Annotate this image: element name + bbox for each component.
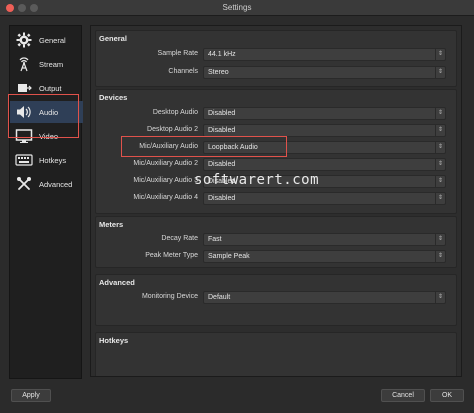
sidebar-item-label: Output xyxy=(39,83,62,93)
device-row: Mic/Auxiliary Audio 2 Disabled ⇕ xyxy=(96,158,458,171)
general-group: General Sample Rate 44.1 kHz ⇕ Channels … xyxy=(95,30,457,87)
dropdown-value: Fast xyxy=(208,236,222,243)
dropdown-value: Disabled xyxy=(208,195,236,202)
settings-content-panel: General Sample Rate 44.1 kHz ⇕ Channels … xyxy=(90,25,462,377)
group-title: General xyxy=(99,34,127,43)
ok-button[interactable]: OK xyxy=(430,389,464,402)
gear-icon xyxy=(14,30,34,50)
sample-rate-dropdown[interactable]: 44.1 kHz ⇕ xyxy=(203,48,446,61)
chevron-updown-icon: ⇕ xyxy=(435,292,445,303)
mic-aux-audio-2-dropdown[interactable]: Disabled ⇕ xyxy=(203,158,446,171)
device-row: Mic/Auxiliary Audio 4 Disabled ⇕ xyxy=(96,192,458,205)
cancel-button[interactable]: Cancel xyxy=(381,389,425,402)
channels-label: Channels xyxy=(168,68,198,75)
group-title: Devices xyxy=(99,93,128,102)
advanced-group: Advanced Monitoring Device Default ⇕ xyxy=(95,274,457,326)
device-label: Desktop Audio 2 xyxy=(147,126,198,133)
chevron-updown-icon: ⇕ xyxy=(435,176,445,187)
device-label: Desktop Audio xyxy=(152,109,198,116)
chevron-updown-icon: ⇕ xyxy=(435,193,445,204)
tools-icon xyxy=(14,174,34,194)
watermark-text: softwarert.com xyxy=(194,172,320,188)
sidebar-item-stream[interactable]: Stream xyxy=(10,53,83,75)
title-bar: Settings xyxy=(0,0,474,16)
sidebar-item-label: General xyxy=(39,35,66,45)
chevron-updown-icon: ⇕ xyxy=(435,67,445,78)
dropdown-value: Disabled xyxy=(208,110,236,117)
dropdown-value: Sample Peak xyxy=(208,253,250,260)
chevron-updown-icon: ⇕ xyxy=(435,142,445,153)
peak-meter-dropdown[interactable]: Sample Peak ⇕ xyxy=(203,250,446,263)
sidebar-item-general[interactable]: General xyxy=(10,29,83,51)
mic-aux-highlight-box xyxy=(121,136,287,157)
sidebar-item-label: Advanced xyxy=(39,179,73,189)
dropdown-value: Default xyxy=(208,294,231,301)
settings-sidebar: General Stream Output Audio Video Hotkey… xyxy=(9,25,83,379)
chevron-updown-icon: ⇕ xyxy=(435,125,445,136)
audio-highlight-box xyxy=(8,94,79,138)
decay-rate-dropdown[interactable]: Fast ⇕ xyxy=(203,233,446,246)
group-title: Hotkeys xyxy=(99,336,129,345)
device-label: Mic/Auxiliary Audio 4 xyxy=(133,194,198,201)
dropdown-value: Disabled xyxy=(208,127,236,134)
peak-meter-label: Peak Meter Type xyxy=(145,252,198,259)
sidebar-item-advanced[interactable]: Advanced xyxy=(10,173,83,195)
desktop-audio-dropdown[interactable]: Disabled ⇕ xyxy=(203,107,446,120)
decay-rate-label: Decay Rate xyxy=(161,235,198,242)
decay-rate-row: Decay Rate Fast ⇕ xyxy=(96,233,458,246)
sidebar-item-hotkeys[interactable]: Hotkeys xyxy=(10,149,83,171)
chevron-updown-icon: ⇕ xyxy=(435,108,445,119)
window-title: Settings xyxy=(222,3,252,12)
channels-dropdown[interactable]: Stereo ⇕ xyxy=(203,66,446,79)
keyboard-icon xyxy=(14,150,34,170)
hotkeys-group: Hotkeys xyxy=(95,332,457,376)
chevron-updown-icon: ⇕ xyxy=(435,251,445,262)
group-title: Advanced xyxy=(99,278,135,287)
meters-group: Meters Decay Rate Fast ⇕ Peak Meter Type… xyxy=(95,216,457,268)
chevron-updown-icon: ⇕ xyxy=(435,234,445,245)
device-label: Mic/Auxiliary Audio 2 xyxy=(133,160,198,167)
mic-aux-audio-4-dropdown[interactable]: Disabled ⇕ xyxy=(203,192,446,205)
channels-row: Channels Stereo ⇕ xyxy=(96,66,458,79)
antenna-icon xyxy=(14,54,34,74)
sample-rate-row: Sample Rate 44.1 kHz ⇕ xyxy=(96,48,458,61)
monitoring-row: Monitoring Device Default ⇕ xyxy=(96,291,458,304)
dropdown-value: Disabled xyxy=(208,161,236,168)
group-title: Meters xyxy=(99,220,124,229)
chevron-updown-icon: ⇕ xyxy=(435,49,445,60)
sidebar-item-label: Stream xyxy=(39,59,64,69)
dropdown-value: Stereo xyxy=(208,69,229,76)
sidebar-item-label: Hotkeys xyxy=(39,155,67,165)
monitoring-label: Monitoring Device xyxy=(141,293,198,300)
monitoring-device-dropdown[interactable]: Default ⇕ xyxy=(203,291,446,304)
apply-button[interactable]: Apply xyxy=(11,389,51,402)
sample-rate-label: Sample Rate xyxy=(157,50,198,57)
chevron-updown-icon: ⇕ xyxy=(435,159,445,170)
dropdown-value: 44.1 kHz xyxy=(208,51,236,58)
device-row: Desktop Audio Disabled ⇕ xyxy=(96,107,458,120)
peak-meter-row: Peak Meter Type Sample Peak ⇕ xyxy=(96,250,458,263)
device-label: Mic/Auxiliary Audio 3 xyxy=(133,177,198,184)
